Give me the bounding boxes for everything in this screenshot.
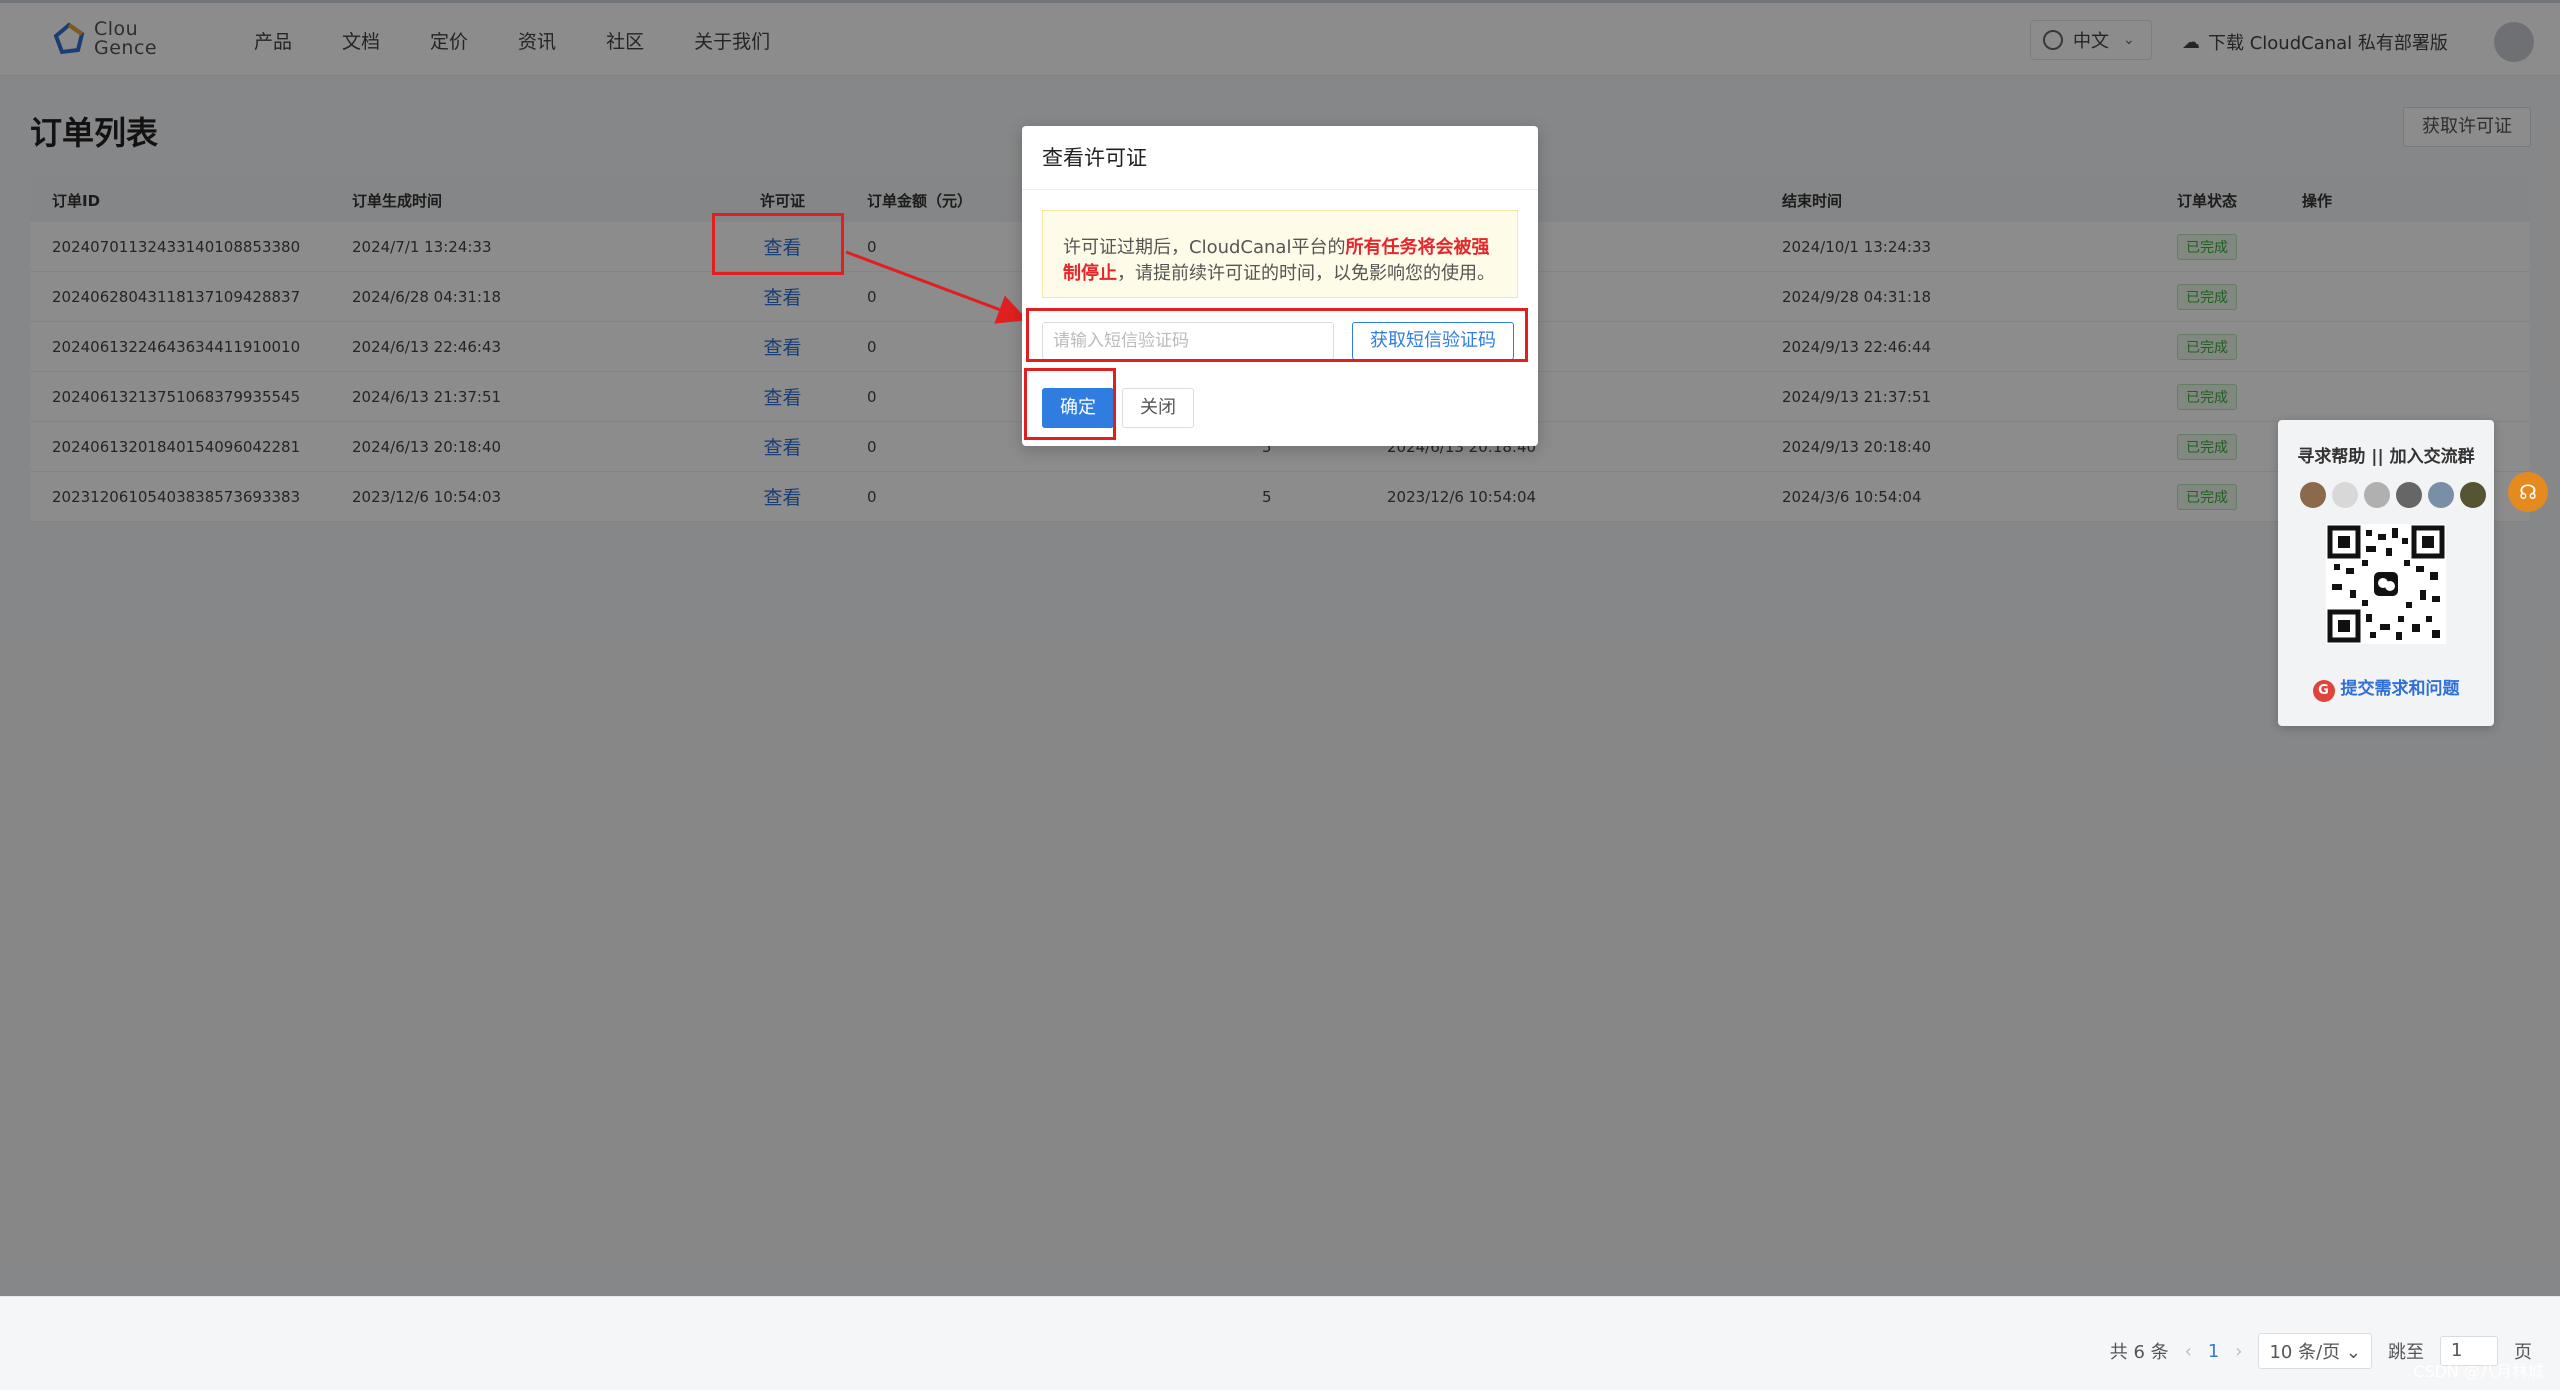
alert-text-start: 许可证过期后，CloudCanal平台的: [1063, 237, 1346, 258]
prev-page-icon[interactable]: ‹: [2185, 1341, 2192, 1362]
support-headset-icon[interactable]: ☊: [2508, 472, 2548, 512]
avatar: [2460, 482, 2486, 508]
next-page-icon[interactable]: ›: [2235, 1341, 2242, 1362]
page-1[interactable]: 1: [2208, 1341, 2219, 1362]
close-button[interactable]: 关闭: [1122, 388, 1194, 428]
avatar: [2300, 482, 2326, 508]
community-avatars: [2300, 482, 2492, 508]
avatar: [2364, 482, 2390, 508]
pagination-bar: 共 6 条 ‹ 1 › 10 条/页 ⌄ 跳至 1 页: [0, 1296, 2560, 1390]
wechat-qr-code: [2326, 524, 2446, 644]
total-count: 共 6 条: [2109, 1342, 2169, 1363]
avatar: [2332, 482, 2358, 508]
annotation-box-ok: [1024, 368, 1116, 440]
avatar: [2396, 482, 2422, 508]
page-size-label: 10 条/页: [2269, 1342, 2341, 1363]
help-title: 寻求帮助 || 加入交流群: [2297, 447, 2475, 467]
help-widget: 寻求帮助 || 加入交流群 G 提交需求和问题: [2278, 420, 2494, 726]
submit-request-label: 提交需求和问题: [2340, 679, 2460, 699]
submit-request-link[interactable]: G 提交需求和问题: [2278, 674, 2494, 702]
expiry-warning-alert: 许可证过期后，CloudCanal平台的所有任务将会被强制停止，请提前续许可证的…: [1042, 210, 1518, 298]
alert-text-end: ，请提前续许可证的时间，以免影响您的使用。: [1117, 263, 1495, 284]
gitee-icon: G: [2312, 680, 2335, 702]
page-size-select[interactable]: 10 条/页 ⌄: [2258, 1333, 2372, 1369]
arrow-to-sms: [845, 250, 1028, 324]
avatar: [2428, 482, 2454, 508]
csdn-watermark: CSDN @八月林城: [2413, 1362, 2544, 1381]
annotation-box-sms: [1026, 308, 1528, 362]
modal-title: 查看许可证: [1022, 126, 1538, 190]
